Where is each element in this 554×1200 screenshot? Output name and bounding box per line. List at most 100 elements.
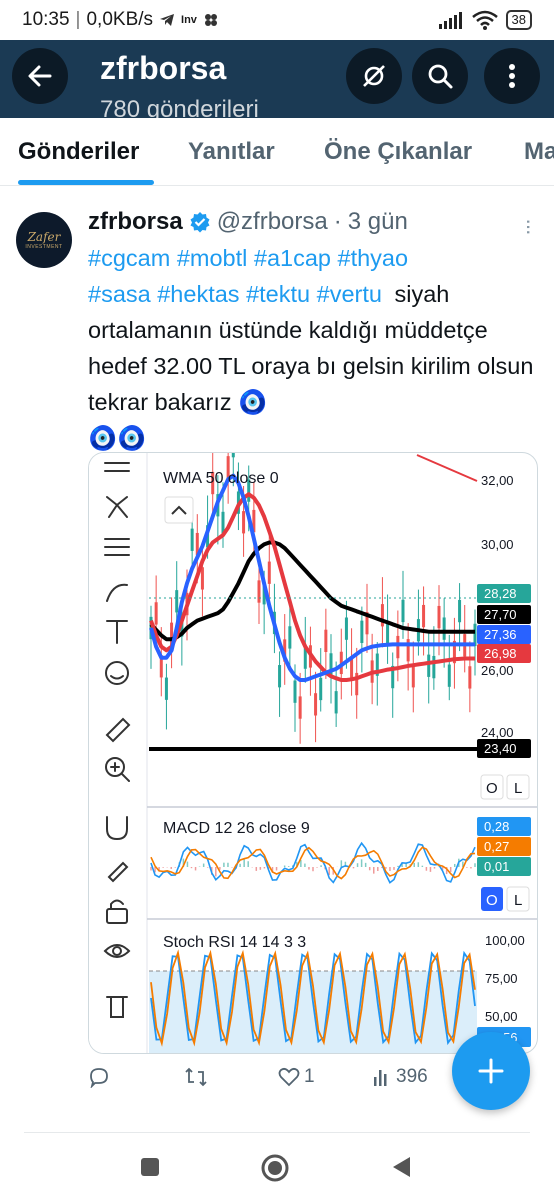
like-button[interactable]: 1 [278,1066,315,1088]
candle-body [396,635,400,659]
candle-body [432,655,436,679]
price-tag-label-2: 27,36 [484,627,517,642]
author-name[interactable]: zfrborsa [88,208,183,236]
status-time: 10:35 [22,9,70,30]
compose-button[interactable] [452,1032,530,1110]
candle-body [200,567,204,590]
price-tick-30: 30,00 [481,537,514,552]
tab-media[interactable]: Ma [524,138,554,166]
candle-body [257,580,261,603]
candle-body [175,590,179,613]
rsi-tick-100: 100,00 [485,933,525,948]
candle-body [190,528,194,551]
candle-body [427,654,431,677]
nazar-icon: 🧿 [238,389,268,415]
candle-body [411,665,415,688]
battery-indicator: 38 [505,10,532,30]
candle-body [319,677,323,701]
candle-body [293,680,297,703]
candle-body [242,511,246,534]
candle-body [314,693,318,716]
back-nav-icon[interactable] [390,1155,412,1179]
tab-highlights[interactable]: Öne Çıkanlar [324,138,472,166]
candle-body [278,665,282,688]
repost-button[interactable] [184,1066,208,1088]
avatar-logo-text: Zafer [27,229,61,244]
telegram-icon [160,14,175,26]
candle-body [334,691,338,714]
hashtags-line-1[interactable]: #cgcam #mobtl #a1cap #thyao [88,245,408,271]
views-count: 396 [396,1066,428,1087]
rsi-tick-50: 50,00 [485,1009,518,1024]
candle-body [458,599,462,623]
recent-apps-icon[interactable] [140,1157,160,1177]
candle-body [442,617,446,640]
views-button[interactable]: 396 [372,1066,428,1088]
author-handle: @zfrborsa [216,208,328,235]
active-tab-indicator [18,180,154,185]
candle-body [360,620,364,643]
candle-body [401,599,405,623]
views-icon [374,1070,387,1086]
repost-icon [185,1067,207,1087]
grok-button[interactable] [346,48,402,104]
avatar[interactable]: Zafer INVESTMENT [16,212,72,268]
profile-header: zfrborsa 780 gönderileri [0,40,554,118]
candle-body [422,604,426,628]
candle-body [154,602,158,625]
drawing-toolbar [89,453,147,1053]
macd-tag-label-0: 0,28 [484,819,509,834]
candle-body [447,664,451,687]
trend-line [416,454,478,482]
price-tag-label-3: 26,98 [484,646,517,661]
candle-body [164,677,168,700]
candle-body [288,626,292,649]
chart-image[interactable]: 32,00 30,00 26,00 24,00 28,28 27,70 27,36 2… [88,452,538,1054]
plus-icon [478,1058,504,1084]
like-count: 1 [304,1066,315,1087]
price-tag-label-4: 23,40 [484,741,517,756]
chart-svg: 32,00 30,00 26,00 24,00 28,28 27,70 27,36 2… [89,453,537,1053]
search-button[interactable] [412,48,468,104]
header-subtitle: 780 gönderileri [100,96,259,118]
price-tick-24: 24,00 [481,725,514,740]
collapse-button[interactable] [164,496,194,524]
status-net-speed: 0,0KB/s [86,9,154,30]
candle-body [344,617,348,640]
candle-body [298,696,302,719]
price-tag-label-1: 27,70 [484,607,517,622]
vertical-dots-icon: ··· [517,218,542,234]
home-icon[interactable] [260,1153,290,1183]
more-options-button[interactable] [484,48,540,104]
nazar-icons: 🧿🧿 [88,425,147,451]
macd-tag-label-2: 0,01 [484,859,509,874]
candle-body [386,622,390,645]
back-arrow-icon [28,65,52,87]
back-button[interactable] [12,48,68,104]
verified-badge-icon [190,212,210,233]
ma-series-line-1 [149,492,475,682]
macd-indicator-label: MACD 12 26 close 9 [163,820,310,837]
price-tick-26: 26,00 [481,663,514,678]
bottom-divider [24,1132,530,1133]
reply-icon [90,1068,108,1088]
wifi-icon [471,10,498,30]
macd-l-label: L [514,892,522,909]
search-icon [428,64,453,89]
tab-replies[interactable]: Yanıtlar [188,138,275,166]
rsi-tick-75: 75,00 [485,971,518,986]
candle-body [468,666,472,689]
main-indicator-label: WMA 50 close 0 [163,470,279,487]
post-author-row: zfrborsa @zfrborsa · 3 gün [88,208,408,236]
post-more-button[interactable]: ··· [516,214,542,240]
signal-icon [438,12,462,29]
candle-body [231,453,235,458]
reply-button[interactable] [88,1066,110,1088]
candle-body [437,605,441,629]
hashtags-line-2[interactable]: #sasa #hektas #tektu #vertu [88,281,382,307]
post-age: 3 gün [347,208,408,235]
clover-icon [204,14,217,26]
candle-body [267,561,271,584]
avatar-logo-subtext: INVESTMENT [25,243,63,250]
tab-posts[interactable]: Gönderiler [18,138,139,166]
